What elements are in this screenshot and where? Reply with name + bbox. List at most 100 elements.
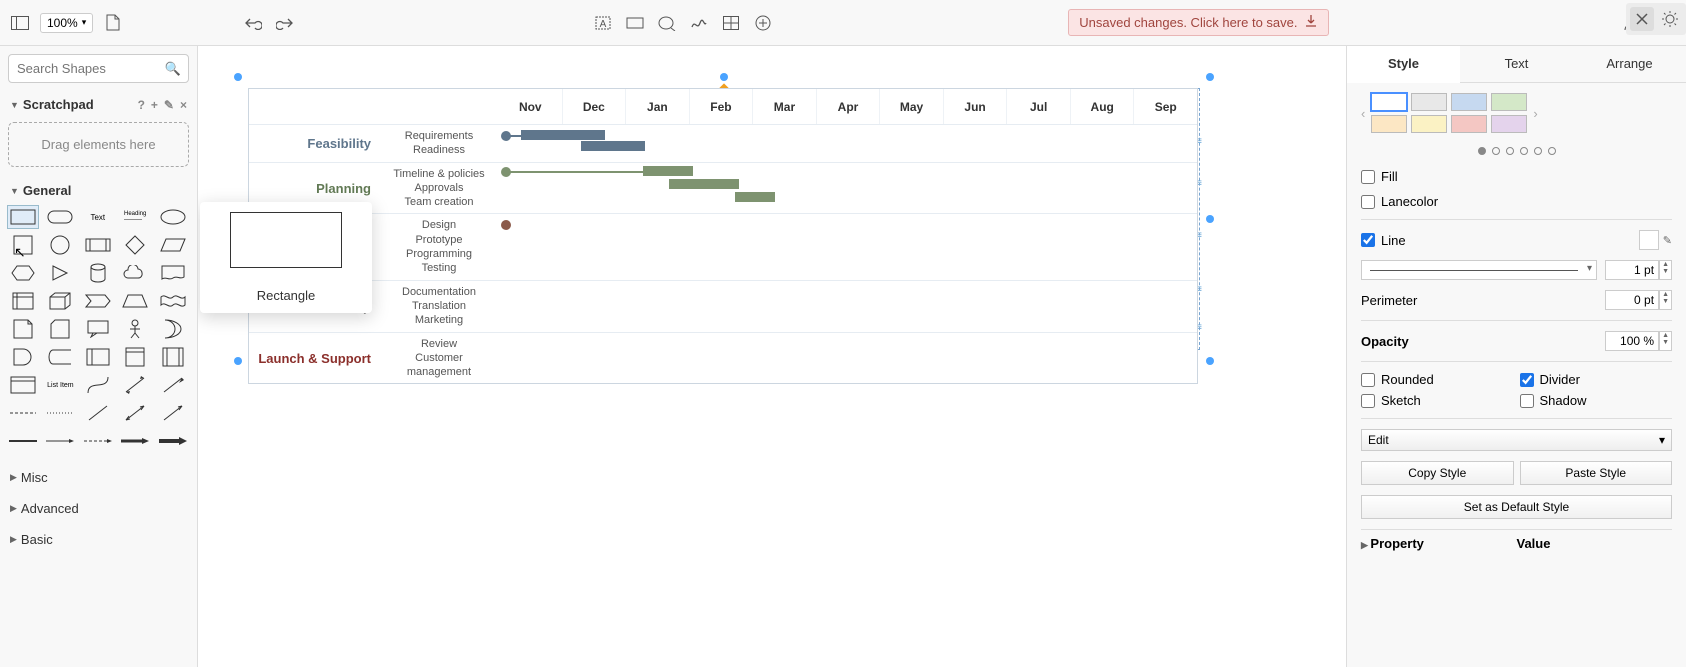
help-icon[interactable]: ? xyxy=(138,98,145,112)
palette-prev-icon[interactable]: ‹ xyxy=(1361,106,1365,121)
opacity-stepper[interactable]: ▲▼ xyxy=(1659,331,1672,351)
perimeter-input[interactable] xyxy=(1605,290,1659,310)
shape-step[interactable] xyxy=(83,290,113,312)
gantt-bar[interactable] xyxy=(581,141,645,151)
shape-link-thin-arrow[interactable] xyxy=(45,430,75,452)
color-swatch[interactable] xyxy=(1371,93,1407,111)
shape-note[interactable] xyxy=(8,318,38,340)
gantt-bar[interactable] xyxy=(521,130,605,140)
shape-callout[interactable] xyxy=(83,318,113,340)
shape-tape[interactable] xyxy=(158,290,188,312)
shape-dotted-line[interactable] xyxy=(45,402,75,424)
sketch-checkbox[interactable] xyxy=(1361,394,1375,408)
page-dot[interactable] xyxy=(1492,147,1500,155)
color-swatch[interactable] xyxy=(1411,93,1447,111)
selection-handle[interactable] xyxy=(1206,357,1214,365)
new-page-icon[interactable] xyxy=(101,11,125,35)
gantt-bar[interactable] xyxy=(735,192,775,202)
general-section[interactable]: ▼ General xyxy=(8,179,189,202)
color-swatch[interactable] xyxy=(1491,115,1527,133)
scratchpad-section[interactable]: ▼ Scratchpad ? + ✎ × xyxy=(8,93,189,116)
divider-checkbox[interactable] xyxy=(1520,373,1534,387)
search-icon[interactable]: 🔍 xyxy=(165,61,181,77)
shape-cloud[interactable] xyxy=(120,262,150,284)
set-default-style-button[interactable]: Set as Default Style xyxy=(1361,495,1672,519)
category-advanced[interactable]: ▶Advanced xyxy=(8,493,189,524)
rounded-checkbox[interactable] xyxy=(1361,373,1375,387)
shape-or[interactable] xyxy=(158,318,188,340)
shape-process[interactable] xyxy=(83,234,113,256)
shape-curve[interactable] xyxy=(83,374,113,396)
ellipse-tool-icon[interactable] xyxy=(655,11,679,35)
shape-diamond[interactable] xyxy=(120,234,150,256)
gantt-bar[interactable] xyxy=(669,179,739,189)
page-dot[interactable] xyxy=(1520,147,1528,155)
shape-document[interactable] xyxy=(158,262,188,284)
shape-cube[interactable] xyxy=(45,290,75,312)
shape-link-thick[interactable] xyxy=(120,430,150,452)
shape-bidir-arrow[interactable] xyxy=(120,374,150,396)
fill-checkbox[interactable] xyxy=(1361,170,1375,184)
gantt-row-development[interactable]: ment Design Prototype Programming Testin… xyxy=(249,214,1197,280)
copy-style-button[interactable]: Copy Style xyxy=(1361,461,1514,485)
zoom-select[interactable]: 100%▾ xyxy=(40,13,93,33)
gantt-chart[interactable]: Nov Dec Jan Feb Mar Apr May Jun Jul Aug … xyxy=(248,88,1198,384)
selection-handle[interactable] xyxy=(720,73,728,81)
shape-link-solid[interactable] xyxy=(8,430,38,452)
shape-card[interactable] xyxy=(45,318,75,340)
canvas[interactable]: ≡ ≡ ≡ ≡ ≡ Nov Dec Jan Feb Mar Apr May Ju… xyxy=(198,46,1346,667)
shape-line[interactable] xyxy=(83,402,113,424)
redo-icon[interactable] xyxy=(273,11,297,35)
text-tool-icon[interactable]: A xyxy=(591,11,615,35)
shape-circle[interactable] xyxy=(45,234,75,256)
table-tool-icon[interactable] xyxy=(719,11,743,35)
edit-dropdown[interactable]: Edit▾ xyxy=(1361,429,1672,451)
page-dot[interactable] xyxy=(1506,147,1514,155)
shape-heading[interactable]: Heading——— xyxy=(120,206,150,228)
shape-dashed-line[interactable] xyxy=(8,402,38,424)
shape-hexagon[interactable] xyxy=(8,262,38,284)
shape-bidir-line[interactable] xyxy=(120,402,150,424)
gantt-row-launch[interactable]: Launch & Support Review Customer managem… xyxy=(249,333,1197,384)
page-dot[interactable] xyxy=(1534,147,1542,155)
search-shapes-input[interactable] xyxy=(8,54,189,83)
gantt-row-commercial-prep[interactable]: Prep Documentation Translation Marketing xyxy=(249,281,1197,333)
category-basic[interactable]: ▶Basic xyxy=(8,524,189,555)
line-width-stepper[interactable]: ▲▼ xyxy=(1659,260,1672,280)
paste-style-button[interactable]: Paste Style xyxy=(1520,461,1673,485)
selection-handle[interactable] xyxy=(1206,215,1214,223)
shape-actor[interactable] xyxy=(120,318,150,340)
selection-handle[interactable] xyxy=(234,357,242,365)
edit-icon[interactable]: ✎ xyxy=(164,98,174,112)
tools-icon[interactable] xyxy=(1630,7,1654,31)
shape-rectangle[interactable] xyxy=(8,206,38,228)
color-swatch[interactable] xyxy=(1491,93,1527,111)
shape-ellipse[interactable] xyxy=(158,206,188,228)
color-swatch[interactable] xyxy=(1411,115,1447,133)
page-dot[interactable] xyxy=(1548,147,1556,155)
shape-link-block-arrow[interactable] xyxy=(158,430,188,452)
close-icon[interactable]: × xyxy=(180,98,187,112)
shape-container-double[interactable] xyxy=(158,346,188,368)
shape-list[interactable] xyxy=(8,374,38,396)
tab-text[interactable]: Text xyxy=(1460,46,1573,82)
shape-datastore[interactable] xyxy=(45,346,75,368)
shape-list-item[interactable]: List Item xyxy=(45,374,75,396)
save-banner[interactable]: Unsaved changes. Click here to save. xyxy=(1068,9,1328,36)
gantt-row-planning[interactable]: Planning Timeline & policies Approvals T… xyxy=(249,163,1197,215)
shape-rounded-rect[interactable] xyxy=(45,206,75,228)
shape-arrow[interactable] xyxy=(158,374,188,396)
line-color-swatch[interactable] xyxy=(1639,230,1659,250)
scratchpad-drop[interactable]: Drag elements here xyxy=(8,122,189,167)
shape-internal-storage[interactable] xyxy=(8,290,38,312)
shape-square[interactable] xyxy=(8,234,38,256)
plus-tool-icon[interactable] xyxy=(751,11,775,35)
tab-arrange[interactable]: Arrange xyxy=(1573,46,1686,82)
add-icon[interactable]: + xyxy=(151,98,158,112)
color-swatch[interactable] xyxy=(1451,93,1487,111)
rect-tool-icon[interactable] xyxy=(623,11,647,35)
gantt-bar[interactable] xyxy=(643,166,693,176)
page-dot[interactable] xyxy=(1478,147,1486,155)
line-style-dropdown[interactable]: ▾ xyxy=(1361,260,1597,280)
line-checkbox[interactable] xyxy=(1361,233,1375,247)
